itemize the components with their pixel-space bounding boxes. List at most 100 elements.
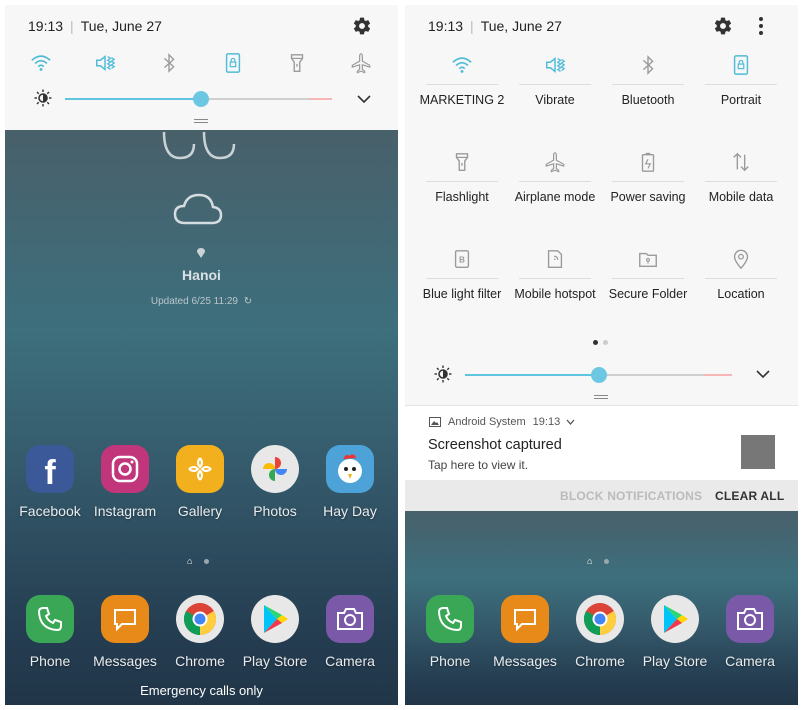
app-play-store[interactable]: Play Store <box>237 595 313 669</box>
notification-card[interactable]: Android System 19:13 Screenshot captured… <box>405 405 798 511</box>
wifi-icon <box>426 45 498 85</box>
clock-digits <box>162 131 236 160</box>
screenshot-thumbnail[interactable] <box>741 435 775 469</box>
settings-gear-icon[interactable] <box>713 16 733 36</box>
settings-gear-icon[interactable] <box>352 16 372 36</box>
tile-label: Airplane mode <box>514 190 596 204</box>
clear-all-button[interactable]: CLEAR ALL <box>715 489 784 503</box>
tile-page-dots <box>593 340 608 345</box>
app-messages[interactable]: Messages <box>487 595 563 669</box>
panel-drag-handle[interactable] <box>194 119 208 123</box>
more-options-icon[interactable] <box>758 16 764 36</box>
flashlight-icon <box>426 142 498 182</box>
app-facebook[interactable]: f Facebook <box>12 445 88 519</box>
page-dot <box>204 558 210 564</box>
app-camera[interactable]: Camera <box>312 595 388 669</box>
photos-icon <box>251 445 299 493</box>
phone-icon <box>26 595 74 643</box>
notification-text: Tap here to view it. <box>428 458 529 472</box>
expand-chevron-icon[interactable] <box>357 94 371 104</box>
wifi-icon <box>31 55 51 71</box>
camera-icon <box>726 595 774 643</box>
app-label: Chrome <box>175 653 225 669</box>
image-icon <box>429 417 441 427</box>
collapse-chevron-icon[interactable] <box>756 369 770 379</box>
notification-app: Android System <box>448 416 526 428</box>
flashlight-toggle[interactable] <box>286 52 308 74</box>
tile-blue-light[interactable]: B Blue light filter <box>416 239 508 302</box>
app-label: Messages <box>493 653 557 669</box>
expand-notification-icon[interactable] <box>566 419 575 425</box>
tile-airplane[interactable]: Airplane mode <box>509 142 601 205</box>
wifi-toggle[interactable] <box>30 52 52 74</box>
tile-secure-folder[interactable]: Secure Folder <box>602 239 694 302</box>
app-chrome[interactable]: Chrome <box>162 595 238 669</box>
portrait-toggle[interactable] <box>222 52 244 74</box>
tile-flashlight[interactable]: Flashlight <box>416 142 508 205</box>
tile-label: Secure Folder <box>608 287 688 301</box>
weather-city[interactable]: Hanoi <box>5 267 398 283</box>
home-page-icon: ⌂ <box>187 556 193 566</box>
tile-label: Blue light filter <box>422 287 502 301</box>
quick-panel-expanded: 19:13 | Tue, June 27 MARKETING 2 Vibrate B… <box>405 5 798 405</box>
app-label: Camera <box>325 653 375 669</box>
status-date: Tue, June 27 <box>480 18 562 34</box>
tile-location[interactable]: Location <box>695 239 787 302</box>
chrome-icon <box>576 595 624 643</box>
tile-mobile-data[interactable]: Mobile data <box>695 142 787 205</box>
portrait-icon <box>705 45 777 85</box>
messages-icon <box>101 595 149 643</box>
app-phone[interactable]: Phone <box>412 595 488 669</box>
tile-vibrate[interactable]: Vibrate <box>509 45 601 108</box>
left-screenshot: Hanoi Updated 6/25 11:29 ↻ f Facebook Inst… <box>5 5 398 705</box>
brightness-fill <box>65 98 202 100</box>
tile-label: Flashlight <box>435 190 489 204</box>
app-instagram[interactable]: Instagram <box>87 445 163 519</box>
flashlight-icon <box>290 54 304 72</box>
status-header: 19:13 | Tue, June 27 <box>428 18 562 34</box>
vibrate-icon <box>96 55 116 71</box>
tile-label: Mobile data <box>708 190 774 204</box>
tile-power-saving[interactable]: Power saving <box>602 142 694 205</box>
panel-drag-handle[interactable] <box>594 395 608 399</box>
tile-label: Vibrate <box>535 93 575 107</box>
refresh-icon[interactable]: ↻ <box>244 296 252 307</box>
app-label: Phone <box>29 653 71 669</box>
bluetooth-toggle[interactable] <box>158 52 180 74</box>
vibrate-icon <box>519 45 591 85</box>
tile-wifi[interactable]: MARKETING 2 <box>416 45 508 108</box>
app-photos[interactable]: Photos <box>237 445 313 519</box>
brightness-fill <box>465 374 599 376</box>
app-label: Chrome <box>575 653 625 669</box>
app-label: Play Store <box>642 653 708 669</box>
tile-hotspot[interactable]: Mobile hotspot <box>509 239 601 302</box>
app-gallery[interactable]: Gallery <box>162 445 238 519</box>
bluetooth-icon <box>612 45 684 85</box>
app-phone[interactable]: Phone <box>12 595 88 669</box>
tile-label: Portrait <box>720 93 762 107</box>
tile-portrait[interactable]: Portrait <box>695 45 787 108</box>
brightness-thumb[interactable] <box>590 367 607 383</box>
blue-light-icon: B <box>426 239 498 279</box>
app-play-store[interactable]: Play Store <box>637 595 713 669</box>
tile-bluetooth[interactable]: Bluetooth <box>602 45 694 108</box>
tile-label: Bluetooth <box>621 93 675 107</box>
status-header: 19:13 | Tue, June 27 <box>28 18 162 34</box>
page-dot-active <box>593 340 598 345</box>
app-camera[interactable]: Camera <box>712 595 788 669</box>
brightness-slider[interactable] <box>34 89 334 109</box>
app-chrome[interactable]: Chrome <box>562 595 638 669</box>
play-store-icon <box>651 595 699 643</box>
airplane-toggle[interactable] <box>350 52 372 74</box>
airplane-icon <box>519 142 591 182</box>
bluetooth-icon <box>163 53 175 73</box>
weather-updated: Updated 6/25 11:29 ↻ <box>5 296 398 307</box>
vibrate-toggle[interactable] <box>94 52 116 74</box>
app-messages[interactable]: Messages <box>87 595 163 669</box>
block-notifications-button[interactable]: BLOCK NOTIFICATIONS <box>560 489 702 503</box>
app-hay-day[interactable]: Hay Day <box>312 445 388 519</box>
instagram-icon <box>101 445 149 493</box>
brightness-thumb[interactable] <box>193 91 210 107</box>
brightness-slider[interactable] <box>434 365 734 385</box>
secure-folder-icon <box>612 239 684 279</box>
